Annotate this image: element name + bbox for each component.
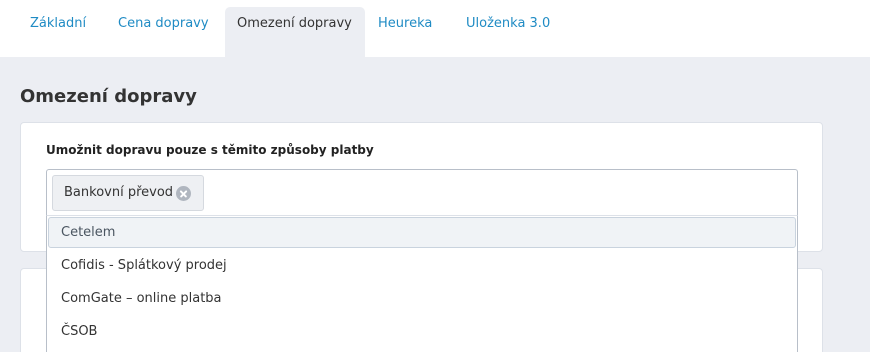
option-cofidis[interactable]: Cofidis - Splátkový prodej [48, 250, 796, 281]
tab-bar: Základní Cena dopravy Omezení dopravy He… [0, 0, 870, 57]
tab-ulozenka[interactable]: Uloženka 3.0 [454, 7, 562, 57]
chip-label: Bankovní převod [64, 185, 174, 200]
option-csob[interactable]: ČSOB [48, 316, 796, 347]
option-comgate[interactable]: ComGate – online platba [48, 283, 796, 314]
payment-restriction-label: Umožnit dopravu pouze s těmito způsoby p… [46, 143, 374, 157]
tab-cena-dopravy[interactable]: Cena dopravy [106, 7, 221, 57]
tab-zakladni[interactable]: Základní [18, 7, 98, 57]
close-circle-icon[interactable] [176, 186, 192, 201]
payment-method-multiselect[interactable]: Bankovní převod [46, 169, 798, 217]
tab-heureka[interactable]: Heureka [366, 7, 444, 57]
payment-options-dropdown: Cetelem Cofidis - Splátkový prodej ComGa… [46, 215, 798, 352]
tab-omezeni-dopravy[interactable]: Omezení dopravy [225, 7, 365, 57]
selected-payment-chip: Bankovní převod [52, 175, 205, 211]
page-title: Omezení dopravy [20, 86, 197, 107]
option-cetelem[interactable]: Cetelem [48, 217, 796, 248]
